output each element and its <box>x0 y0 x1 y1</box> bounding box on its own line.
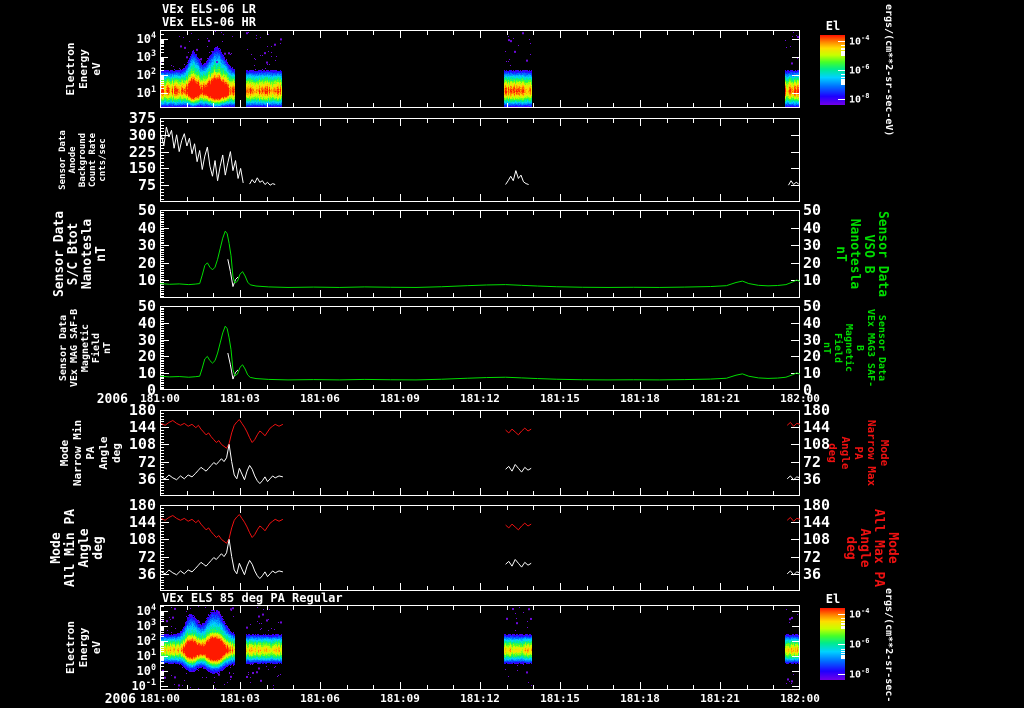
ytick-label: 144 <box>128 513 156 532</box>
ytick-label-right: 180 <box>803 496 831 514</box>
ytick-label: 10-1 <box>131 676 156 693</box>
ytick-label: 101 <box>136 84 157 101</box>
xtick-label: 181:00 <box>140 692 180 705</box>
sc-btot-panel <box>160 210 800 298</box>
xtick-label: 181:18 <box>620 392 660 405</box>
xtick-label: 181:06 <box>300 392 340 405</box>
ytick-label: 10 <box>137 271 156 290</box>
els-spectrogram-top <box>160 30 800 108</box>
xtick-label: 181:09 <box>380 392 420 405</box>
ytick-label-right: 0 <box>803 381 813 399</box>
colorbar-bottom <box>820 608 845 680</box>
ytick-label: 40 <box>137 313 156 332</box>
xtick-label: 181:03 <box>220 692 260 705</box>
ytick-label: 75 <box>137 176 156 195</box>
xtick-label: 181:03 <box>220 392 260 405</box>
ytick-label-right: 50 <box>803 297 822 315</box>
colorbar-tick-label: 10-8 <box>849 667 870 681</box>
ytick-label: 72 <box>137 452 156 471</box>
ytick-label-right: 50 <box>803 201 822 219</box>
ytick-label: 20 <box>137 253 156 272</box>
xtick-label: 181:09 <box>380 692 420 705</box>
count-rate-panel <box>160 118 800 202</box>
ytick-label-right: 36 <box>803 469 822 488</box>
ytick-label: 0 <box>146 381 156 399</box>
ytick-label-right: 36 <box>803 564 822 583</box>
plot-screen: VEx ELS-06 LR VEx ELS-06 HR VEx ELS 85 de… <box>0 0 1024 708</box>
els-spectrogram-bottom <box>160 605 800 690</box>
ytick-label-right: 72 <box>803 452 822 471</box>
ytick-label-right: 20 <box>803 347 822 366</box>
colorbar-bottom-title: El <box>825 592 841 606</box>
ytick-label: 108 <box>128 435 156 454</box>
xtick-label: 182:00 <box>780 692 820 705</box>
xtick-label: 181:15 <box>540 692 580 705</box>
xtick-label: 181:12 <box>460 692 500 705</box>
xtick-label: 181:06 <box>300 692 340 705</box>
ytick-label-right: 144 <box>803 418 831 437</box>
ytick-label: 36 <box>137 469 156 488</box>
ytick-label: 20 <box>137 347 156 366</box>
ytick-label-right: 30 <box>803 236 822 255</box>
ytick-label-right: 10 <box>803 271 822 290</box>
colorbar-top-title: El <box>825 19 841 33</box>
ytick-label-right: 180 <box>803 401 831 419</box>
ytick-label: 103 <box>136 48 157 65</box>
ytick-label: 104 <box>136 30 157 47</box>
ytick-label: 180 <box>128 401 156 419</box>
xtick-label: 181:12 <box>460 392 500 405</box>
ytick-label: 100 <box>136 661 157 678</box>
mag-safb-panel <box>160 306 800 390</box>
plot-title-bottom: VEx ELS 85 deg PA Regular <box>162 591 343 605</box>
ytick-label-right: 108 <box>803 530 831 549</box>
colorbar-tick-label: 10-6 <box>849 63 870 77</box>
ytick-label: 108 <box>128 530 156 549</box>
ytick-label: 10 <box>137 364 156 383</box>
ytick-label-right: 30 <box>803 330 822 349</box>
electron-energy-ylabel-bottom: Electron Energy eV <box>64 621 103 674</box>
ytick-label-right: 108 <box>803 435 831 454</box>
xtick-label: 181:15 <box>540 392 580 405</box>
ytick-label: 150 <box>128 159 156 178</box>
ytick-label: 103 <box>136 616 157 633</box>
xtick-label: 181:18 <box>620 692 660 705</box>
narrow-pa-panel <box>160 410 800 496</box>
ytick-label: 300 <box>128 125 156 144</box>
ytick-label-right: 40 <box>803 218 822 237</box>
all-pa-panel <box>160 505 800 591</box>
ytick-label: 72 <box>137 547 156 566</box>
xtick-label: 181:21 <box>700 692 740 705</box>
ytick-label: 40 <box>137 218 156 237</box>
colorbar-tick-label: 10-4 <box>849 33 870 47</box>
colorbar-tick-label: 10-8 <box>849 92 870 106</box>
ytick-label-right: 40 <box>803 313 822 332</box>
ytick-label: 50 <box>137 297 156 315</box>
xtick-label: 181:21 <box>700 392 740 405</box>
colorbar-tick-label: 10-6 <box>849 637 870 651</box>
ytick-label: 144 <box>128 418 156 437</box>
ytick-label: 101 <box>136 646 157 663</box>
ytick-label: 180 <box>128 496 156 514</box>
ytick-label: 30 <box>137 330 156 349</box>
colorbar-top <box>820 35 845 105</box>
ytick-label: 102 <box>136 631 157 648</box>
ytick-label-right: 144 <box>803 513 831 532</box>
ytick-label: 104 <box>136 601 157 618</box>
ytick-label: 36 <box>137 564 156 583</box>
electron-energy-ylabel-top: Electron Energy eV <box>64 42 103 96</box>
ytick-label: 102 <box>136 66 157 83</box>
plot-title-top: VEx ELS-06 LR VEx ELS-06 HR <box>162 2 256 29</box>
ytick-label: 30 <box>137 236 156 255</box>
ytick-label-right: 72 <box>803 547 822 566</box>
ytick-label-right: 20 <box>803 253 822 272</box>
colorbar-tick-label: 10-4 <box>849 606 870 621</box>
ytick-label: 375 <box>128 109 156 127</box>
ytick-label: 50 <box>137 201 156 219</box>
ytick-label: 225 <box>128 142 156 161</box>
ytick-label-right: 10 <box>803 364 822 383</box>
